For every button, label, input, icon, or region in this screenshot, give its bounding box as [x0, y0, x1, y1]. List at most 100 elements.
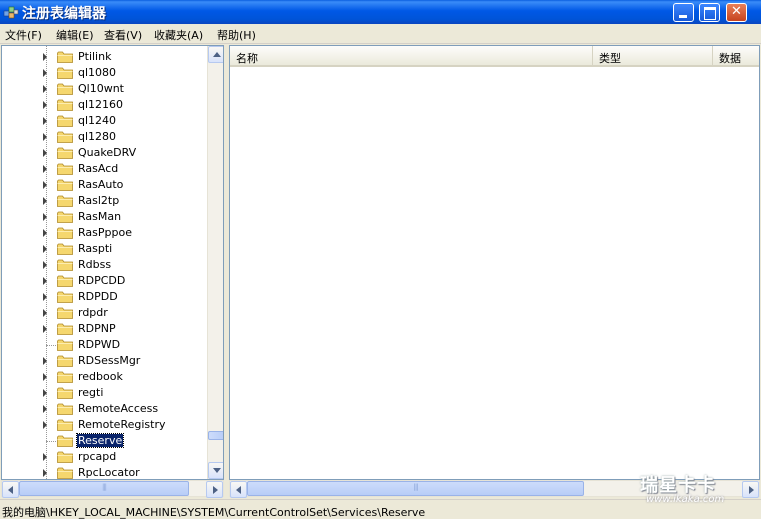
expand-arrow-icon[interactable] — [43, 85, 47, 93]
tree-item-label: RDPWD — [78, 338, 121, 351]
tree-item[interactable]: RDPCDD — [2, 273, 207, 289]
tree-item[interactable]: Ql10wnt — [2, 81, 207, 97]
tree-item-label: ql1240 — [78, 114, 117, 127]
expand-arrow-icon[interactable] — [43, 373, 47, 381]
expand-arrow-icon[interactable] — [43, 325, 47, 333]
list-scroll-left-button[interactable] — [230, 481, 247, 498]
folder-icon — [57, 211, 73, 223]
expand-arrow-icon[interactable] — [43, 453, 47, 461]
tree-item-label: RDSessMgr — [78, 354, 141, 367]
registry-tree[interactable]: Ptilink ql1080 Ql10wnt ql12160 ql1240 ql1280 Q… — [1, 45, 224, 480]
tree-item[interactable]: RpcLocator — [2, 465, 207, 479]
tree-item[interactable]: Reserve — [2, 433, 207, 449]
tree-item-label: RDPNP — [78, 322, 116, 335]
tree-item[interactable]: regti — [2, 385, 207, 401]
tree-scroll-thumb[interactable] — [208, 431, 223, 440]
tree-item-label: rpcapd — [78, 450, 117, 463]
expand-arrow-icon[interactable] — [43, 245, 47, 253]
folder-icon — [57, 291, 73, 303]
title-bar[interactable]: 注册表编辑器 — [0, 0, 761, 24]
expand-arrow-icon[interactable] — [43, 357, 47, 365]
tree-item[interactable]: RDSessMgr — [2, 353, 207, 369]
tree-item-label: RpcLocator — [78, 466, 140, 479]
tree-item[interactable]: Rdbss — [2, 257, 207, 273]
expand-arrow-icon[interactable] — [43, 149, 47, 157]
expand-arrow-icon[interactable] — [43, 101, 47, 109]
tree-vertical-scrollbar[interactable] — [207, 46, 223, 479]
tree-item[interactable]: RDPNP — [2, 321, 207, 337]
expand-arrow-icon[interactable] — [43, 293, 47, 301]
tree-item[interactable]: RasAuto — [2, 177, 207, 193]
tree-item[interactable]: RasPppoe — [2, 225, 207, 241]
expand-arrow-icon[interactable] — [43, 309, 47, 317]
expand-arrow-icon[interactable] — [43, 229, 47, 237]
maximize-button[interactable] — [699, 3, 720, 22]
expand-arrow-icon[interactable] — [43, 421, 47, 429]
tree-item-label: Rdbss — [78, 258, 112, 271]
folder-icon — [57, 179, 73, 191]
tree-item[interactable]: Raspti — [2, 241, 207, 257]
tree-item-label: RDPDD — [78, 290, 118, 303]
value-list[interactable]: 名称 类型 数据 — [229, 45, 760, 480]
tree-item[interactable]: ql1080 — [2, 65, 207, 81]
column-header-name[interactable]: 名称 — [230, 46, 593, 67]
list-hscroll-thumb[interactable] — [247, 481, 584, 496]
folder-icon — [57, 51, 73, 63]
status-path: 我的电脑\HKEY_LOCAL_MACHINE\SYSTEM\CurrentCo… — [2, 506, 426, 519]
tree-item[interactable]: RDPWD — [2, 337, 207, 353]
scroll-up-button[interactable] — [208, 46, 223, 63]
expand-arrow-icon[interactable] — [43, 213, 47, 221]
expand-arrow-icon[interactable] — [43, 133, 47, 141]
tree-item[interactable]: ql1280 — [2, 129, 207, 145]
column-header-type[interactable]: 类型 — [593, 46, 713, 67]
scroll-right-button[interactable] — [206, 481, 223, 498]
tree-item[interactable]: rdpdr — [2, 305, 207, 321]
folder-icon — [57, 227, 73, 239]
menu-help[interactable]: 帮助(H) — [217, 27, 256, 43]
tree-item-label: RasPppoe — [78, 226, 132, 239]
tree-item-label: ql12160 — [78, 98, 124, 111]
tree-item[interactable]: Rasl2tp — [2, 193, 207, 209]
folder-icon — [57, 339, 73, 351]
tree-item[interactable]: Ptilink — [2, 49, 207, 65]
expand-arrow-icon[interactable] — [43, 165, 47, 173]
tree-item[interactable]: RasMan — [2, 209, 207, 225]
expand-arrow-icon[interactable] — [43, 277, 47, 285]
menu-file[interactable]: 文件(F) — [5, 27, 42, 43]
expand-arrow-icon[interactable] — [43, 469, 47, 477]
expand-arrow-icon[interactable] — [43, 181, 47, 189]
folder-icon — [57, 371, 73, 383]
tree-item-label: RemoteRegistry — [78, 418, 166, 431]
menu-favorites[interactable]: 收藏夹(A) — [154, 27, 203, 43]
expand-arrow-icon[interactable] — [43, 69, 47, 77]
expand-arrow-icon[interactable] — [43, 405, 47, 413]
tree-item[interactable]: RDPDD — [2, 289, 207, 305]
tree-item[interactable]: RemoteRegistry — [2, 417, 207, 433]
folder-icon — [57, 83, 73, 95]
window-title: 注册表编辑器 — [22, 6, 106, 22]
expand-arrow-icon[interactable] — [43, 197, 47, 205]
tree-item[interactable]: rpcapd — [2, 449, 207, 465]
tree-item[interactable]: RasAcd — [2, 161, 207, 177]
menu-edit[interactable]: 编辑(E) — [56, 27, 94, 43]
tree-item-label: Reserve — [75, 433, 125, 448]
scroll-left-button[interactable] — [2, 481, 19, 498]
column-header-data[interactable]: 数据 — [713, 46, 759, 67]
tree-item[interactable]: ql12160 — [2, 97, 207, 113]
scroll-down-button[interactable] — [208, 462, 223, 479]
expand-arrow-icon[interactable] — [43, 53, 47, 61]
tree-horizontal-scrollbar[interactable] — [1, 480, 224, 498]
tree-item[interactable]: ql1240 — [2, 113, 207, 129]
menu-view[interactable]: 查看(V) — [104, 27, 142, 43]
tree-item[interactable]: RemoteAccess — [2, 401, 207, 417]
folder-icon — [57, 387, 73, 399]
expand-arrow-icon[interactable] — [43, 117, 47, 125]
tree-hscroll-thumb[interactable] — [19, 481, 189, 496]
tree-item[interactable]: QuakeDRV — [2, 145, 207, 161]
expand-arrow-icon[interactable] — [43, 261, 47, 269]
folder-icon — [57, 451, 73, 463]
minimize-button[interactable] — [673, 3, 694, 22]
expand-arrow-icon[interactable] — [43, 389, 47, 397]
tree-item[interactable]: redbook — [2, 369, 207, 385]
close-button[interactable] — [726, 3, 747, 22]
